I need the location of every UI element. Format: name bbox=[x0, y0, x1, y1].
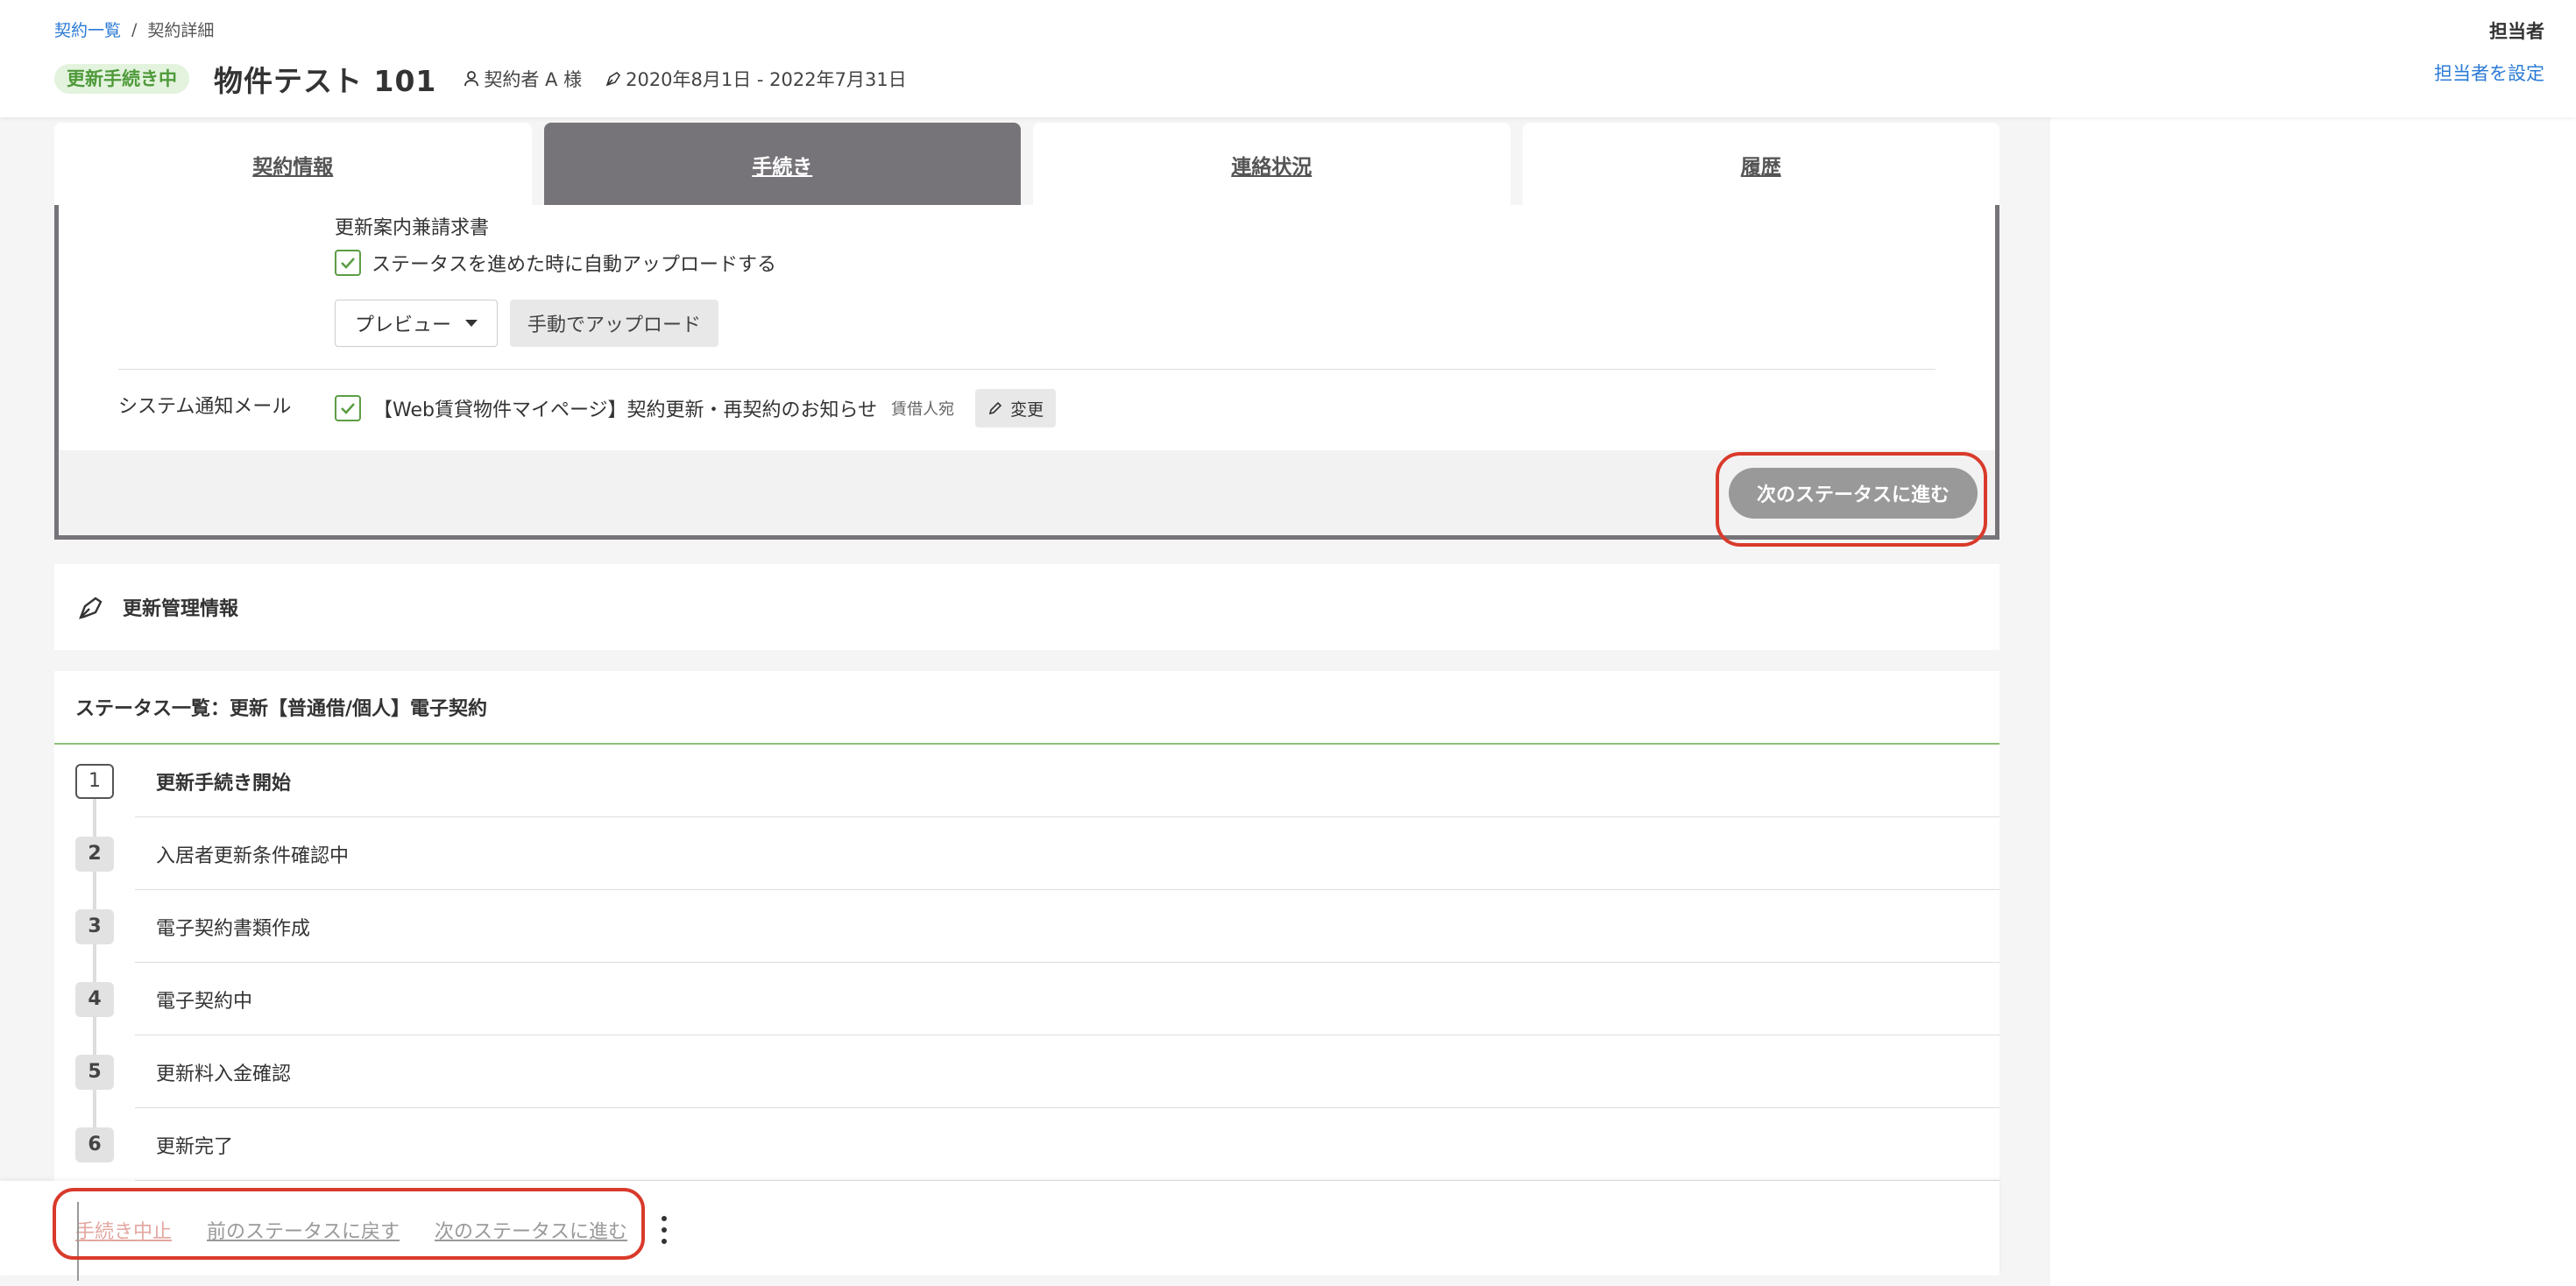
tab-bar: 契約情報 手続き 連絡状況 履歴 bbox=[54, 123, 1999, 207]
highlight-ring-next-button bbox=[1716, 452, 1987, 547]
auto-upload-checkbox[interactable] bbox=[335, 250, 361, 276]
breadcrumb: 契約一覧 / 契約詳細 bbox=[54, 18, 214, 41]
auto-upload-row: ステータスを進めた時に自動アップロードする bbox=[335, 249, 776, 277]
notify-title: 【Web賃貸物件マイページ】契約更新・再契約のお知らせ bbox=[373, 399, 878, 421]
status-badge: 更新手続き中 bbox=[54, 64, 189, 94]
caret-down-icon bbox=[465, 320, 478, 327]
notify-recipient: 賃借人宛 bbox=[891, 400, 955, 419]
step-number: 4 bbox=[75, 981, 114, 1017]
divider bbox=[118, 369, 1936, 370]
list-item: 2 入居者更新条件確認中 bbox=[54, 817, 1999, 890]
change-button[interactable]: 変更 bbox=[975, 389, 1057, 427]
breadcrumb-separator: / bbox=[131, 19, 138, 39]
status-list-title: ステータス一覧：更新【普通借/個人】電子契約 bbox=[54, 671, 1999, 745]
document-buttons: プレビュー 手動でアップロード bbox=[335, 300, 719, 347]
list-item: 1 更新手続き開始 bbox=[54, 745, 1999, 817]
page-title: 物件テスト 101 bbox=[214, 64, 437, 98]
procedure-panel: 更新案内兼請求書 ステータスを進めた時に自動アップロードする プレビュー 手動で… bbox=[54, 205, 1999, 540]
auto-upload-label: ステータスを進めた時に自動アップロードする bbox=[372, 254, 777, 276]
step-number: 6 bbox=[75, 1127, 114, 1162]
assignee-label: 担当者 bbox=[2489, 21, 2544, 42]
step-number: 3 bbox=[75, 908, 114, 944]
tab-contract-info[interactable]: 契約情報 bbox=[54, 123, 532, 207]
step-label: 電子契約中 bbox=[156, 990, 253, 1013]
pencil-icon bbox=[988, 401, 1002, 415]
contractor-info: 契約者 A 様 bbox=[463, 66, 582, 92]
step-number: 1 bbox=[75, 763, 114, 799]
tab-history[interactable]: 履歴 bbox=[1522, 123, 1999, 207]
set-assignee-link[interactable]: 担当者を設定 bbox=[2434, 60, 2544, 86]
contract-period: 2020年8月1日 - 2022年7月31日 bbox=[605, 66, 907, 92]
management-title: 更新管理情報 bbox=[123, 598, 239, 620]
preview-label: プレビュー bbox=[355, 314, 452, 336]
page-header: 契約一覧 / 契約詳細 更新手続き中 物件テスト 101 契約者 A 様 202… bbox=[0, 0, 2576, 117]
checkmark-icon bbox=[341, 403, 355, 414]
list-item: 6 更新完了 bbox=[54, 1108, 1999, 1181]
breadcrumb-contract-list-link[interactable]: 契約一覧 bbox=[54, 18, 121, 41]
breadcrumb-current: 契約詳細 bbox=[147, 21, 215, 40]
contractor-name: 契約者 A 様 bbox=[484, 69, 583, 90]
step-label: 更新完了 bbox=[156, 1135, 234, 1158]
tab-procedure[interactable]: 手続き bbox=[543, 123, 1021, 207]
list-item: 3 電子契約書類作成 bbox=[54, 890, 1999, 963]
manual-upload-button[interactable]: 手動でアップロード bbox=[510, 300, 719, 347]
step-label: 入居者更新条件確認中 bbox=[156, 844, 350, 867]
steps-container: 1 更新手続き開始 2 入居者更新条件確認中 3 電子契約書類作成 4 電子契約… bbox=[54, 745, 1999, 1181]
more-options-icon[interactable] bbox=[655, 1212, 673, 1247]
right-column bbox=[2050, 117, 2576, 1286]
pen-nib-icon bbox=[605, 71, 621, 87]
step-number: 2 bbox=[75, 836, 114, 872]
panel-footer: 次のステータスに進む bbox=[59, 450, 1995, 535]
preview-dropdown[interactable]: プレビュー bbox=[335, 300, 499, 347]
step-label: 更新料入金確認 bbox=[156, 1063, 292, 1085]
title-row: 更新手続き中 物件テスト 101 契約者 A 様 2020年8月1日 - 202… bbox=[54, 60, 907, 98]
checkmark-icon bbox=[341, 258, 355, 269]
management-section: 更新管理情報 bbox=[54, 564, 1999, 650]
person-icon bbox=[464, 71, 479, 87]
notify-row: 【Web賃貸物件マイページ】契約更新・再契約のお知らせ 賃借人宛 変更 bbox=[335, 389, 1057, 427]
change-label: 変更 bbox=[1010, 399, 1044, 420]
document-label: 更新案内兼請求書 bbox=[335, 217, 490, 239]
step-label: 更新手続き開始 bbox=[156, 772, 292, 795]
tab-contact-status[interactable]: 連絡状況 bbox=[1033, 123, 1511, 207]
step-label: 電子契約書類作成 bbox=[156, 917, 311, 940]
list-item: 4 電子契約中 bbox=[54, 963, 1999, 1035]
notify-checkbox[interactable] bbox=[335, 395, 361, 421]
notify-label: システム通知メール bbox=[118, 396, 292, 418]
contract-period-text: 2020年8月1日 - 2022年7月31日 bbox=[626, 69, 907, 90]
feather-icon bbox=[79, 597, 103, 619]
step-number: 5 bbox=[75, 1054, 114, 1090]
list-item: 5 更新料入金確認 bbox=[54, 1035, 1999, 1108]
highlight-ring-action-links bbox=[53, 1188, 645, 1260]
